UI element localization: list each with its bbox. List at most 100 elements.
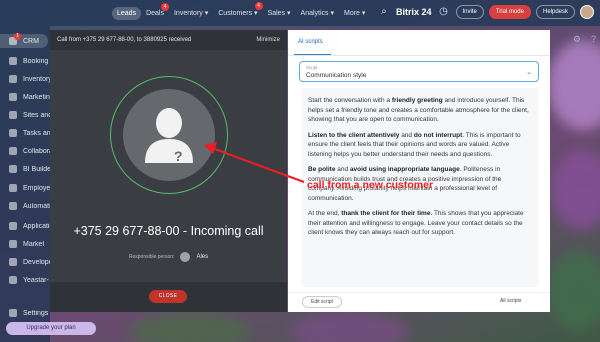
sidebar-item-label: Marketing xyxy=(23,93,50,101)
script-text: Start the conversation with a xyxy=(308,97,392,104)
script-highlight: thank the client for their time xyxy=(341,210,431,217)
sidebar-item[interactable]: CRM 1 xyxy=(0,33,48,48)
script-select-caption: Script xyxy=(306,65,318,70)
incoming-call-title: +375 29 677-88-00 - Incoming call xyxy=(73,224,264,238)
background-flower xyxy=(548,40,600,130)
sidebar-item-label: Booking xyxy=(23,57,49,65)
help-icon[interactable]: ? xyxy=(591,34,596,50)
sidebar-item-label: Sites and xyxy=(23,111,50,119)
tab-ai-scripts[interactable]: AI scripts xyxy=(298,39,323,45)
chevron-down-icon: ⌄ xyxy=(526,69,532,76)
sidebar-item-label: CRM xyxy=(23,37,39,45)
nav-badge: 4 xyxy=(160,2,169,11)
script-text: and xyxy=(335,166,350,173)
background-flower xyxy=(290,312,410,342)
sidebar-item[interactable]: Tasks and xyxy=(0,126,50,140)
sidebar-item-label: Settings xyxy=(23,309,49,317)
sidebar-item-label: Yeastar- xyxy=(23,276,49,284)
sidebar-item-label: Inventory xyxy=(23,75,50,83)
nav-badge: 4 xyxy=(254,2,263,10)
top-nav: Leads Deals 4 Inventory ▾ Customers ▾ 4 Sales … xyxy=(112,2,370,21)
script-highlight: Be polite xyxy=(308,166,336,173)
all-scripts-link[interactable]: All scripts xyxy=(500,298,521,304)
search-icon[interactable]: ⌕ xyxy=(377,5,391,19)
ai-scripts-panel: AI scripts Script Communication style ⌄ … xyxy=(288,30,550,312)
script-select[interactable]: Script Communication style ⌄ xyxy=(299,61,539,82)
user-avatar[interactable] xyxy=(580,5,594,19)
sidebar-item[interactable]: Market xyxy=(0,237,50,251)
sidebar-item-label: Collabora xyxy=(23,147,50,155)
call-header: Call from +375 29 677-88-00, to 3880925 … xyxy=(50,30,287,50)
sidebar-item-icon xyxy=(9,93,17,101)
helpdesk-button[interactable]: Helpdesk xyxy=(535,5,575,19)
responsible-person: Responsible person: Ales xyxy=(50,252,287,262)
annotation-arrow-icon xyxy=(204,142,305,183)
brand-logo[interactable]: Bitrix 24 xyxy=(396,7,432,17)
call-from-text: Call from +375 29 677-88-00, to 3880925 … xyxy=(57,37,192,43)
sidebar-item-icon xyxy=(9,276,17,284)
responsible-name[interactable]: Ales xyxy=(196,254,208,260)
nav-item[interactable]: More ▾ xyxy=(339,6,370,20)
sidebar-item[interactable]: Settings xyxy=(0,306,50,320)
responsible-avatar xyxy=(180,252,191,262)
sidebar-item-icon xyxy=(9,202,17,210)
sidebar-item-icon xyxy=(9,184,17,192)
sidebar-item-label: Tasks and xyxy=(23,129,50,137)
sidebar-item-label: Develope xyxy=(23,258,50,266)
top-right-controls: ⌕ Bitrix 24 ◷ Invite Trial mode Helpdesk xyxy=(377,5,594,19)
tab-divider xyxy=(288,55,550,56)
sidebar-item[interactable]: Booking xyxy=(0,54,50,68)
sidebar-item-icon xyxy=(9,258,17,266)
sidebar-item-label: Automati xyxy=(23,202,50,210)
nav-item-label: Customers ▾ xyxy=(218,10,258,17)
sidebar-item-icon xyxy=(9,147,17,155)
sidebar-item-label: BI Builder xyxy=(23,165,50,173)
trial-mode-button[interactable]: Trial mode xyxy=(488,5,531,19)
top-navigation-bar: Leads Deals 4 Inventory ▾ Customers ▾ 4 Sales … xyxy=(0,0,600,26)
upgrade-plan-button[interactable]: Upgrade your plan xyxy=(6,322,96,335)
background-flower xyxy=(552,150,600,230)
responsible-label: Responsible person: xyxy=(128,254,175,260)
nav-item[interactable]: Deals 4 xyxy=(141,2,169,20)
sidebar-item[interactable]: Sites and xyxy=(0,108,50,122)
close-call-button[interactable]: CLOSE xyxy=(149,290,187,303)
nav-item[interactable]: Sales ▾ xyxy=(263,6,296,20)
sidebar-item-label: Applicatio xyxy=(23,222,50,230)
sidebar-item[interactable]: Marketing xyxy=(0,90,50,104)
sidebar-item[interactable]: BI Builder xyxy=(0,162,50,176)
sidebar-item[interactable]: Inventory xyxy=(0,72,50,86)
nav-item-label: Leads xyxy=(117,9,137,17)
settings-icon[interactable]: ⚙ xyxy=(573,34,581,50)
sidebar-badge: 1 xyxy=(14,33,21,40)
sidebar-item[interactable]: Applicatio xyxy=(0,219,50,233)
ai-footer: Edit script All scripts xyxy=(288,292,550,312)
sidebar-item[interactable]: Collabora xyxy=(0,144,50,158)
sidebar-item[interactable]: Develope xyxy=(0,255,50,269)
edit-script-button[interactable]: Edit script xyxy=(302,296,342,308)
sidebar-item-icon xyxy=(9,165,17,173)
right-edge-icons: ⚙ ? xyxy=(552,34,596,50)
nav-item[interactable]: Customers ▾ 4 xyxy=(213,2,263,20)
background-flower xyxy=(548,250,600,330)
clock-icon[interactable]: ◷ xyxy=(437,5,451,19)
annotation-text: call from a new customer xyxy=(307,179,434,191)
nav-item[interactable]: Leads xyxy=(112,6,142,20)
minimize-button[interactable]: Minimize xyxy=(256,37,280,43)
call-footer: CLOSE xyxy=(50,282,287,312)
script-text: and xyxy=(399,131,414,139)
nav-item[interactable]: Analytics ▾ xyxy=(296,6,339,20)
script-highlight: Listen to the client attentively xyxy=(308,131,400,139)
sidebar-item[interactable]: Yeastar- xyxy=(0,273,50,287)
svg-text:?: ? xyxy=(174,148,183,164)
background-flower xyxy=(130,312,250,342)
nav-item[interactable]: Inventory ▾ xyxy=(169,6,213,20)
sidebar-item[interactable]: Employee xyxy=(0,181,50,195)
nav-item-label: Inventory ▾ xyxy=(173,10,209,17)
invite-button[interactable]: Invite xyxy=(455,5,484,19)
script-paragraph: At the end, thank the client for their t… xyxy=(308,209,530,238)
sidebar-item-icon xyxy=(9,75,17,83)
sidebar-item-icon xyxy=(9,222,17,230)
sidebar-item[interactable]: Automati xyxy=(0,199,50,213)
nav-item-label: Analytics ▾ xyxy=(300,10,334,17)
script-paragraph: Listen to the client attentively and do … xyxy=(308,131,530,160)
